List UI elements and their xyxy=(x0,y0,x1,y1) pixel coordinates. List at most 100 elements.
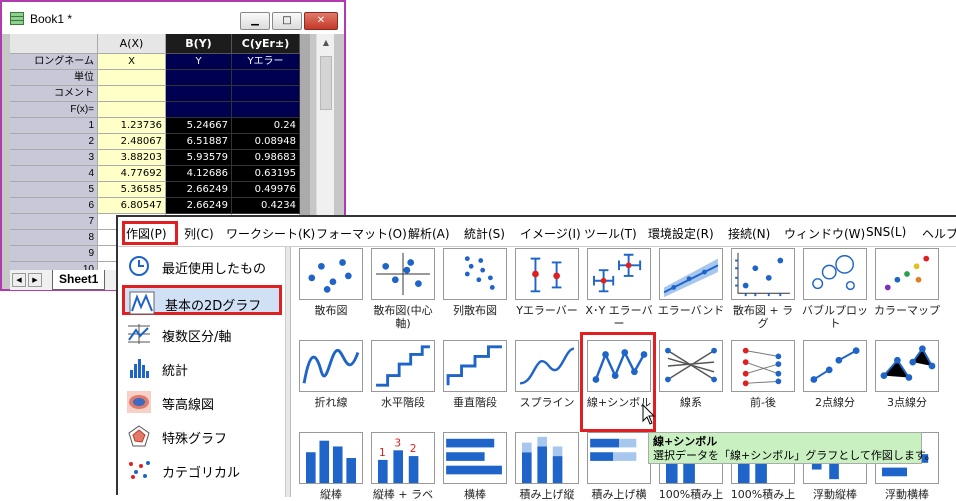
graph-type-tile[interactable]: エラーバンド xyxy=(658,248,724,317)
category-item[interactable]: 複数区分/軸 xyxy=(122,319,282,349)
meta-cell[interactable]: X xyxy=(98,54,166,70)
graph-type-tile[interactable]: 積み上げ横 xyxy=(586,432,652,501)
graph-type-tile[interactable]: 水平階段 xyxy=(370,340,436,409)
graph-type-tile[interactable]: 縦棒 xyxy=(298,432,364,501)
graph-type-thumbnail[interactable] xyxy=(587,432,651,484)
graph-type-thumbnail[interactable] xyxy=(371,340,435,392)
data-cell[interactable]: 5.93579 xyxy=(166,150,232,166)
column-header[interactable]: A(X) xyxy=(98,34,166,54)
graph-type-tile[interactable]: 折れ線 xyxy=(298,340,364,409)
row-number[interactable]: 3 xyxy=(10,150,98,166)
category-item[interactable]: 等高線図 xyxy=(122,387,282,417)
graph-type-thumbnail[interactable] xyxy=(587,248,651,300)
menu-item[interactable]: フォーマット(O) xyxy=(316,225,407,242)
category-item[interactable]: カテゴリカル xyxy=(122,455,282,485)
graph-type-tile[interactable]: 積み上げ縦 xyxy=(514,432,580,501)
meta-cell[interactable] xyxy=(232,70,300,86)
graph-type-thumbnail[interactable] xyxy=(443,248,507,300)
data-cell[interactable]: 0.63195 xyxy=(232,166,300,182)
minimize-button[interactable]: ▁ xyxy=(240,12,270,30)
scroll-thumb[interactable] xyxy=(320,56,332,110)
graph-type-thumbnail[interactable] xyxy=(659,340,723,392)
meta-cell[interactable]: Yエラー xyxy=(232,54,300,70)
close-button[interactable]: ✕ xyxy=(304,12,338,30)
graph-type-tile[interactable]: カラーマップ xyxy=(874,248,940,317)
graph-type-thumbnail[interactable] xyxy=(299,340,363,392)
tab-next-icon[interactable]: ▶ xyxy=(28,273,42,287)
graph-type-thumbnail[interactable] xyxy=(803,340,867,392)
menu-item[interactable]: 解析(A) xyxy=(408,225,450,242)
graph-type-tile[interactable]: 1 3 2 縦棒 + ラベ xyxy=(370,432,436,501)
category-item[interactable]: 基本の2Dグラフ xyxy=(122,285,282,315)
meta-cell[interactable] xyxy=(166,70,232,86)
data-cell[interactable]: 2.48067 xyxy=(98,134,166,150)
meta-cell[interactable] xyxy=(98,102,166,118)
data-cell[interactable]: 0.49976 xyxy=(232,182,300,198)
meta-cell[interactable] xyxy=(98,70,166,86)
graph-type-tile[interactable]: 3点線分 xyxy=(874,340,940,409)
data-cell[interactable]: 6.51887 xyxy=(166,134,232,150)
data-cell[interactable]: 0.98683 xyxy=(232,150,300,166)
row-number[interactable]: 4 xyxy=(10,166,98,182)
row-number[interactable]: 9 xyxy=(10,246,98,262)
graph-type-tile[interactable]: 前-後 xyxy=(730,340,796,409)
graph-type-thumbnail[interactable] xyxy=(875,248,939,300)
graph-type-tile[interactable]: 散布図 + ラグ xyxy=(730,248,796,330)
menu-item[interactable]: ウィンドウ(W) xyxy=(784,225,865,242)
menu-item[interactable]: 列(C) xyxy=(184,225,214,242)
row-number[interactable]: 1 xyxy=(10,118,98,134)
column-header[interactable]: C(yEr±) xyxy=(232,34,300,54)
graph-type-tile[interactable]: Yエラーバー xyxy=(514,248,580,317)
data-cell[interactable]: 2.66249 xyxy=(166,182,232,198)
column-header[interactable]: B(Y) xyxy=(166,34,232,54)
data-cell[interactable]: 5.24667 xyxy=(166,118,232,134)
data-cell[interactable]: 5.36585 xyxy=(98,182,166,198)
graph-type-tile[interactable]: スプライン xyxy=(514,340,580,409)
meta-cell[interactable]: Y xyxy=(166,54,232,70)
workbook-titlebar[interactable]: Book1 * ▁ □ ✕ xyxy=(2,2,344,34)
row-number[interactable]: 6 xyxy=(10,198,98,214)
data-cell[interactable]: 0.24 xyxy=(232,118,300,134)
graph-type-thumbnail[interactable] xyxy=(731,248,795,300)
maximize-button[interactable]: □ xyxy=(272,12,302,30)
data-cell[interactable]: 4.77692 xyxy=(98,166,166,182)
panel-splitter[interactable] xyxy=(286,247,291,497)
tab-prev-icon[interactable]: ◀ xyxy=(12,273,26,287)
data-cell[interactable]: 6.80547 xyxy=(98,198,166,214)
graph-type-thumbnail[interactable] xyxy=(515,248,579,300)
corner-cell[interactable] xyxy=(10,34,98,54)
graph-type-tile[interactable]: X･Y エラーバー xyxy=(585,248,653,330)
scroll-up-icon[interactable]: ▲ xyxy=(317,34,335,52)
graph-type-thumbnail[interactable] xyxy=(515,340,579,392)
graph-type-tile[interactable]: 垂直階段 xyxy=(442,340,508,409)
meta-cell[interactable] xyxy=(232,86,300,102)
menu-item[interactable]: ワークシート(K) xyxy=(226,225,315,242)
graph-type-thumbnail[interactable] xyxy=(299,248,363,300)
menu-item[interactable]: SNS(L) xyxy=(866,225,906,239)
graph-type-tile[interactable]: 散布図 xyxy=(298,248,364,317)
row-number[interactable]: 7 xyxy=(10,214,98,230)
category-item[interactable]: 統計 xyxy=(122,353,282,383)
sheet-tab[interactable]: Sheet1 xyxy=(52,270,106,290)
graph-type-thumbnail[interactable] xyxy=(731,340,795,392)
graph-type-tile[interactable]: 線系 xyxy=(658,340,724,409)
data-cell[interactable]: 4.12686 xyxy=(166,166,232,182)
row-number[interactable]: 2 xyxy=(10,134,98,150)
menu-item[interactable]: 接続(N) xyxy=(728,225,770,242)
category-item[interactable]: 最近使用したもの xyxy=(122,251,282,281)
row-number[interactable]: 10 xyxy=(10,262,98,270)
graph-type-thumbnail[interactable] xyxy=(803,248,867,300)
menu-item[interactable]: 統計(S) xyxy=(464,225,505,242)
data-cell[interactable]: 0.4234 xyxy=(232,198,300,214)
meta-cell[interactable] xyxy=(166,102,232,118)
graph-type-thumbnail[interactable]: 132 xyxy=(371,432,435,484)
data-cell[interactable]: 3.88203 xyxy=(98,150,166,166)
graph-type-thumbnail[interactable] xyxy=(875,340,939,392)
row-number[interactable]: 5 xyxy=(10,182,98,198)
graph-type-tile[interactable]: 横棒 xyxy=(442,432,508,501)
data-cell[interactable]: 0.08948 xyxy=(232,134,300,150)
meta-cell[interactable] xyxy=(98,86,166,102)
graph-type-tile[interactable]: 列散布図 xyxy=(442,248,508,317)
graph-type-thumbnail[interactable] xyxy=(371,248,435,300)
category-item[interactable]: 特殊グラフ xyxy=(122,421,282,451)
